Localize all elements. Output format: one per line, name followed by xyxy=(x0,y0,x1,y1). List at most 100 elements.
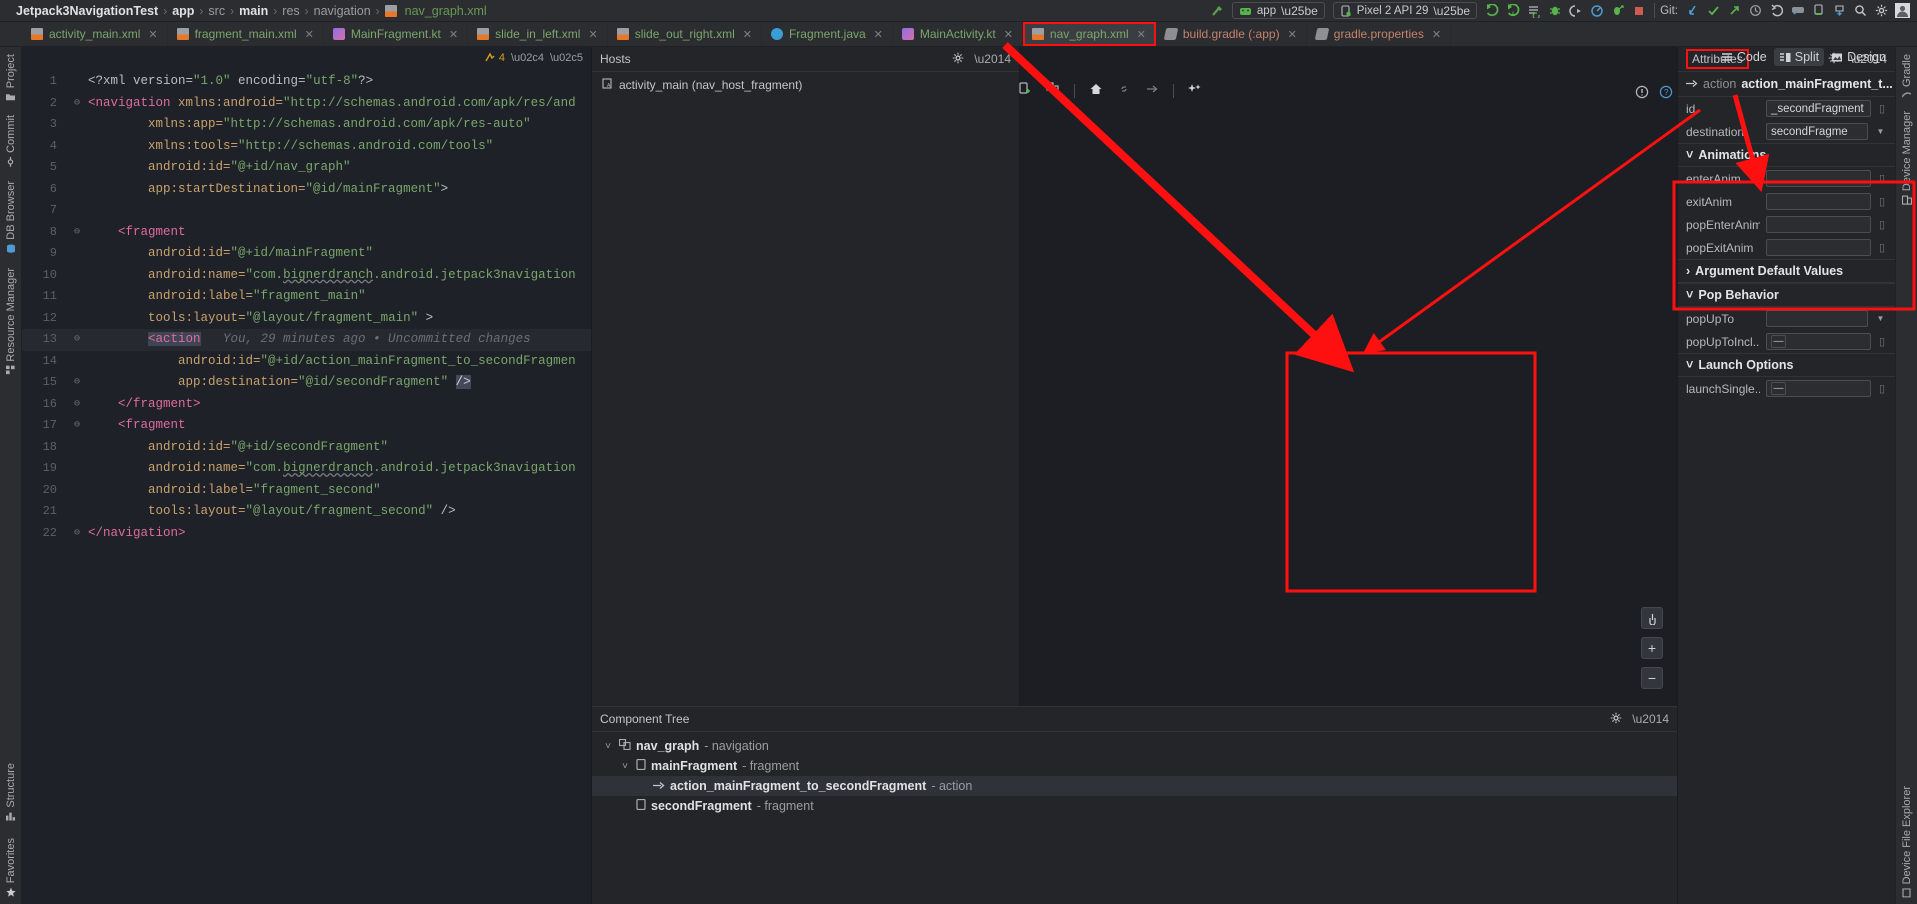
editor-tab-fragment-main-xml[interactable]: fragment_main.xml ✕ xyxy=(168,22,324,46)
attribute-pin-icon[interactable]: ▯ xyxy=(1877,335,1887,348)
sidebar-item-gradle[interactable]: Gradle xyxy=(1901,47,1913,104)
undo-icon[interactable] xyxy=(1766,1,1787,21)
code-line[interactable]: 3 xmlns:app="http://schemas.android.com/… xyxy=(22,114,591,136)
attribute-value-popexitanim[interactable] xyxy=(1766,239,1871,256)
attribute-value-destination[interactable]: secondFragme xyxy=(1766,123,1868,140)
breadcrumb-item[interactable]: app xyxy=(172,4,194,18)
sidebar-item-resource-manager[interactable]: Resource Manager xyxy=(5,261,17,382)
attributes-section-animations[interactable]: ˅ Animations xyxy=(1678,143,1895,167)
breadcrumb-item[interactable]: Jetpack3NavigationTest xyxy=(16,4,158,18)
sync-gradle-icon[interactable] xyxy=(1829,1,1850,21)
run-configuration-selector[interactable]: app \u25be xyxy=(1231,2,1325,19)
arrow-right-icon[interactable] xyxy=(1145,82,1159,99)
code-line[interactable]: 10 android:name="com.bignerdranch.androi… xyxy=(22,265,591,287)
hammer-build-icon[interactable] xyxy=(1207,1,1228,21)
attribute-pin-icon[interactable]: ▯ xyxy=(1877,382,1887,395)
code-line[interactable]: 19 android:name="com.bignerdranch.androi… xyxy=(22,458,591,480)
editor-tab-mainfragment-kt[interactable]: MainFragment.kt ✕ xyxy=(324,22,469,46)
code-line[interactable]: 22 ⊖ </navigation> xyxy=(22,523,591,545)
attributes-section-pop-behavior[interactable]: ˅ Pop Behavior xyxy=(1678,283,1895,307)
avd-manager-icon[interactable] xyxy=(1787,1,1808,21)
editor-tab-mainactivity-kt[interactable]: MainActivity.kt ✕ xyxy=(893,22,1023,46)
breadcrumb-item[interactable]: res xyxy=(282,4,299,18)
sidebar-item-favorites[interactable]: Favorites xyxy=(5,828,17,904)
close-icon[interactable]: ✕ xyxy=(1288,28,1297,41)
code-fold-toggle[interactable]: ⊖ xyxy=(66,372,88,394)
code-line[interactable]: 13 ⊖ <action You, 29 minutes ago • Uncomm… xyxy=(22,329,591,351)
chevron-down-icon[interactable]: ˅ xyxy=(1686,358,1693,372)
attribute-value-popuptoincl-[interactable]: — xyxy=(1766,333,1871,350)
code-line[interactable]: 5 android:id="@+id/nav_graph" xyxy=(22,157,591,179)
sidebar-item-device-manager[interactable]: Device Manager xyxy=(1901,104,1913,212)
avatar-icon[interactable] xyxy=(1892,1,1913,21)
chevron-down-icon[interactable]: ˅ xyxy=(602,741,614,752)
code-line[interactable]: 9 android:id="@+id/mainFragment" xyxy=(22,243,591,265)
sdk-manager-icon[interactable] xyxy=(1808,1,1829,21)
code-line[interactable]: 14 android:id="@+id/action_mainFragment_… xyxy=(22,351,591,373)
code-fold-toggle[interactable]: ⊖ xyxy=(66,222,88,244)
chevron-down-icon[interactable]: ˅ xyxy=(619,761,631,772)
close-icon[interactable]: ✕ xyxy=(1004,28,1013,41)
chevron-down-icon[interactable]: ˅ xyxy=(1686,288,1693,302)
attribute-value-popupto[interactable] xyxy=(1766,310,1868,327)
breadcrumb-item[interactable]: src xyxy=(208,4,225,18)
attribute-pin-icon[interactable]: ▯ xyxy=(1877,241,1887,254)
run-icon[interactable] xyxy=(1481,1,1502,21)
gear-icon[interactable] xyxy=(952,52,964,67)
checkbox-indeterminate[interactable]: — xyxy=(1771,335,1786,348)
pan-icon[interactable] xyxy=(1641,607,1663,629)
stop-icon[interactable] xyxy=(1628,1,1649,21)
sidebar-item-project[interactable]: Project xyxy=(5,47,17,108)
chevron-down-icon[interactable]: \u02c5 xyxy=(550,52,583,64)
auto-arrange-icon[interactable] xyxy=(1188,82,1202,99)
chevron-down-icon[interactable]: ˅ xyxy=(1686,148,1693,162)
attribute-value-popenteranim[interactable] xyxy=(1766,216,1871,233)
attribute-pin-icon[interactable]: ▯ xyxy=(1877,195,1887,208)
editor-tab-activity-main-xml[interactable]: activity_main.xml ✕ xyxy=(22,22,168,46)
close-icon[interactable]: ✕ xyxy=(588,28,597,41)
attribute-value-launchsingle-[interactable]: — xyxy=(1766,380,1871,397)
git-commit-icon[interactable] xyxy=(1703,1,1724,21)
zoom-in-button[interactable]: + xyxy=(1641,637,1663,659)
close-icon[interactable]: ✕ xyxy=(874,28,883,41)
code-line[interactable]: 7 xyxy=(22,200,591,222)
attributes-section-argument-default-values[interactable]: › Argument Default Values xyxy=(1678,259,1895,283)
run-with-coverage-icon[interactable]: A xyxy=(1502,1,1523,21)
code-fold-toggle[interactable]: ⊖ xyxy=(66,415,88,437)
chevron-up-icon[interactable]: \u02c4 xyxy=(511,52,544,64)
attach-debugger-icon[interactable] xyxy=(1565,1,1586,21)
code-line[interactable]: 16 ⊖ </fragment> xyxy=(22,394,591,416)
debug-icon[interactable] xyxy=(1544,1,1565,21)
view-mode-design[interactable]: Design xyxy=(1826,48,1891,66)
sidebar-item-db-browser[interactable]: DB Browser xyxy=(5,174,17,261)
code-line[interactable]: 2 ⊖ <navigation xmlns:android="http://sche… xyxy=(22,93,591,115)
attribute-pin-icon[interactable]: ▯ xyxy=(1877,218,1887,231)
close-icon[interactable]: ✕ xyxy=(743,28,752,41)
help-icon[interactable]: ? xyxy=(1659,85,1673,102)
host-entry[interactable]: A activity_main (nav_host_fragment) xyxy=(592,72,1019,98)
nested-graph-icon[interactable] xyxy=(1046,82,1060,99)
git-update-icon[interactable] xyxy=(1682,1,1703,21)
breadcrumb-item[interactable]: nav_graph.xml xyxy=(405,4,487,18)
new-destination-icon[interactable] xyxy=(1018,82,1032,99)
attributes-section-launch-options[interactable]: ˅ Launch Options xyxy=(1678,353,1895,377)
layout-inspector-icon[interactable] xyxy=(1607,1,1628,21)
gear-icon[interactable] xyxy=(1610,712,1622,727)
code-line[interactable]: 11 android:label="fragment_main" xyxy=(22,286,591,308)
gear-icon[interactable] xyxy=(1871,1,1892,21)
link-icon[interactable] xyxy=(1117,82,1131,99)
profiler-icon[interactable] xyxy=(1586,1,1607,21)
close-icon[interactable]: ✕ xyxy=(1432,28,1441,41)
editor-tab-fragment-java[interactable]: Fragment.java ✕ xyxy=(762,22,893,46)
close-icon[interactable]: ✕ xyxy=(1137,28,1146,41)
chevron-down-icon[interactable]: \u25be xyxy=(1433,5,1470,17)
attribute-value-exitanim[interactable] xyxy=(1766,193,1871,210)
tree-node[interactable]: ˅ mainFragment - fragment xyxy=(592,756,1677,776)
code-line[interactable]: 1 <?xml version="1.0" encoding="utf-8"?> xyxy=(22,71,591,93)
zoom-out-button[interactable]: − xyxy=(1641,667,1663,689)
code-fold-toggle[interactable]: ⊖ xyxy=(66,523,88,545)
sidebar-item-structure[interactable]: Structure xyxy=(5,756,17,828)
close-icon[interactable]: ✕ xyxy=(449,28,458,41)
git-push-icon[interactable] xyxy=(1724,1,1745,21)
chevron-right-icon[interactable]: › xyxy=(1686,264,1690,278)
